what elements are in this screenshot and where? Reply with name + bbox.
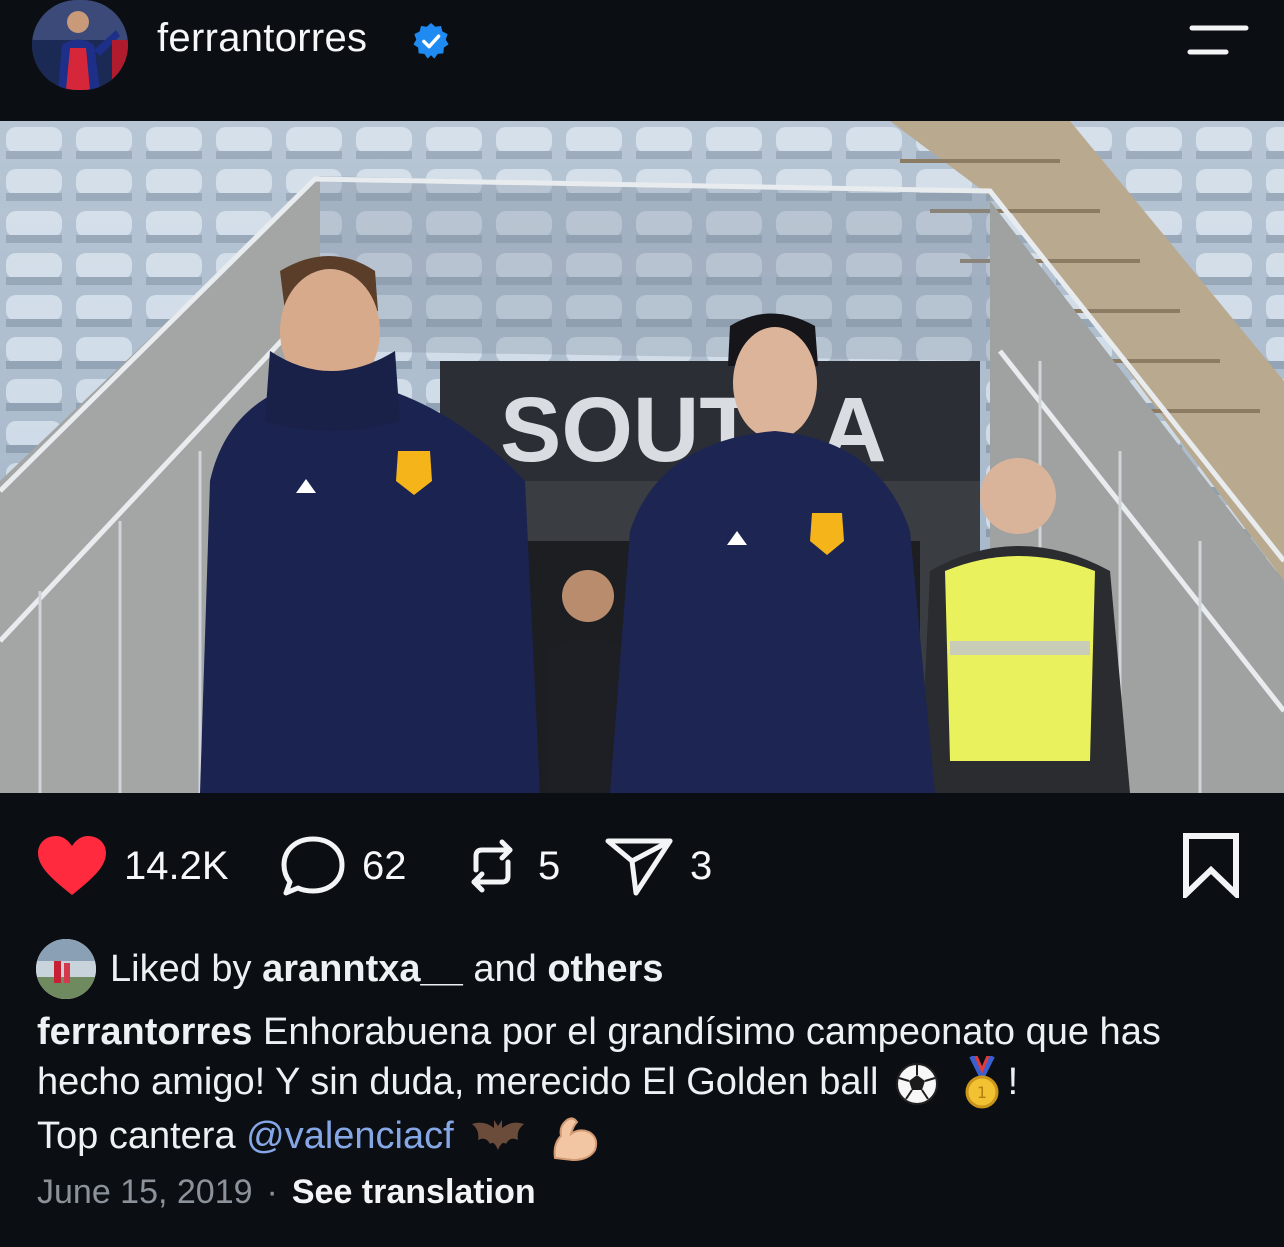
reposts-count: 5 <box>538 843 561 888</box>
svg-text:1: 1 <box>977 1083 987 1102</box>
see-translation-link[interactable]: See translation <box>292 1173 536 1212</box>
author-avatar[interactable] <box>32 0 128 90</box>
bat-icon <box>472 1119 525 1150</box>
liked-by-prefix: Liked by <box>110 947 252 990</box>
likes-count: 14.2K <box>124 843 229 888</box>
repost-icon <box>471 839 513 893</box>
post-footer: June 15, 2019 · See translation <box>37 1168 536 1216</box>
menu-icon[interactable] <box>1184 22 1250 62</box>
liked-by-user[interactable]: aranntxa__ <box>262 948 463 990</box>
post-caption: ferrantorres Enhorabuena por el grandísi… <box>37 1008 1257 1162</box>
liked-by-row: Liked by aranntxa__ and others <box>36 938 663 1000</box>
separator-dot: · <box>266 1172 278 1211</box>
repost-button[interactable]: 5 <box>462 820 560 912</box>
liker-avatar[interactable] <box>36 939 96 999</box>
comments-count: 62 <box>362 843 407 888</box>
send-icon <box>605 838 673 896</box>
shares-count: 3 <box>690 843 713 888</box>
comment-button[interactable]: 62 <box>280 820 407 912</box>
action-bar: 14.2K 62 5 3 <box>0 820 1284 912</box>
liked-by-others[interactable]: others <box>547 948 663 990</box>
like-button[interactable]: 14.2K <box>36 820 229 912</box>
share-button[interactable]: 3 <box>604 820 712 912</box>
verified-badge-icon <box>413 22 449 59</box>
post-date: June 15, 2019 <box>37 1172 253 1211</box>
post-photo[interactable]: SOUT A <box>0 121 1284 793</box>
heart-icon <box>38 836 106 895</box>
bookmark-icon[interactable] <box>1180 832 1242 898</box>
author-username[interactable]: ferrantorres <box>157 16 367 61</box>
post-header: ferrantorres <box>0 0 1284 120</box>
caption-mention[interactable]: @valenciacf <box>246 1115 454 1157</box>
comment-icon <box>281 836 345 896</box>
caption-text-2: ! <box>1007 1061 1019 1104</box>
liked-by-conjunction: and <box>473 947 537 990</box>
gold-medal-icon: 1 <box>965 1056 999 1109</box>
flexed-biceps-icon <box>553 1117 597 1161</box>
caption-text-3: Top cantera <box>37 1115 236 1157</box>
soccer-ball-icon <box>896 1063 939 1105</box>
caption-author[interactable]: ferrantorres <box>37 1011 252 1053</box>
liked-by-text: Liked by aranntxa__ and others <box>110 948 663 991</box>
